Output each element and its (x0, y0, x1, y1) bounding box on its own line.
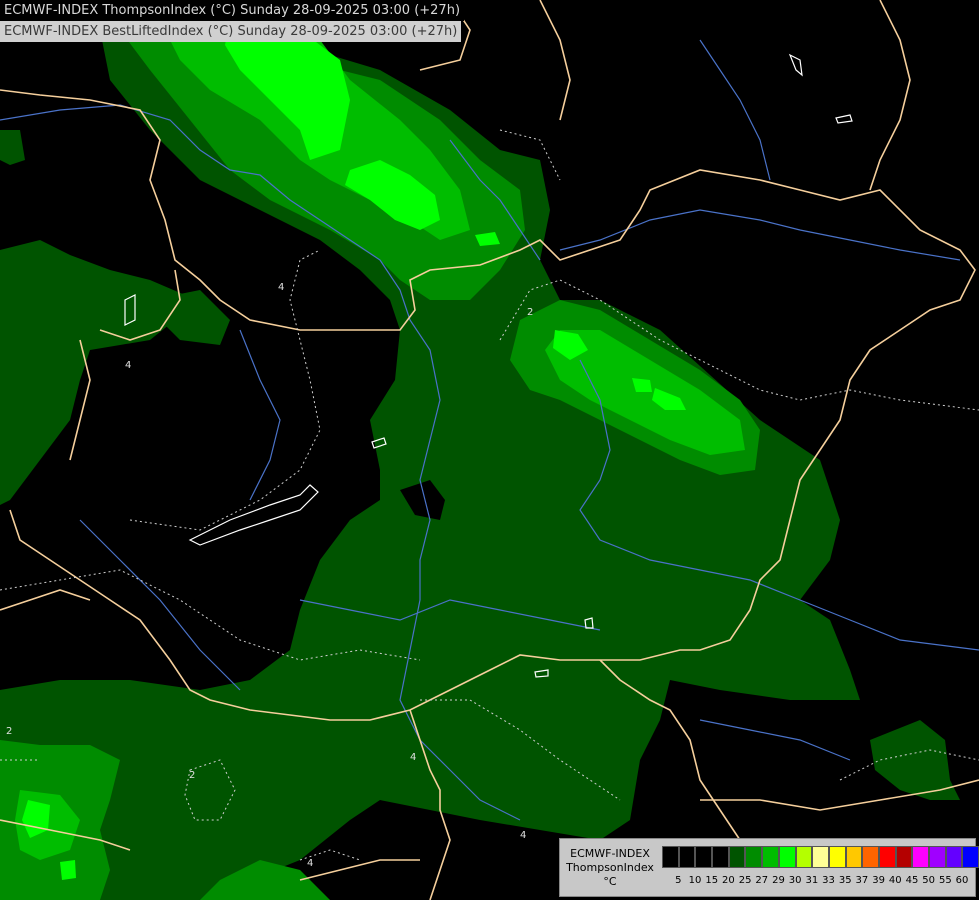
title-thompson-index: ECMWF-INDEX ThompsonIndex (°C) Sunday 28… (0, 0, 465, 21)
legend-tick-label: 50 (922, 875, 936, 886)
legend-tick-label: 35 (838, 875, 852, 886)
legend-swatch (695, 846, 713, 868)
legend-swatch (912, 846, 929, 868)
legend-swatch (662, 846, 679, 868)
legend-tick-label: 55 (938, 875, 952, 886)
legend-tick-label: 27 (755, 875, 769, 886)
legend-swatches (662, 846, 979, 868)
contour-label: 4 (125, 360, 131, 371)
legend-tick-label: 33 (822, 875, 835, 886)
legend-swatch (678, 846, 696, 868)
legend-tick-label: 25 (738, 875, 752, 886)
legend-tick-label: 20 (722, 875, 735, 886)
legend-tick-label: 45 (905, 875, 919, 886)
contour-label: 2 (527, 307, 533, 318)
legend-tick-label: 39 (872, 875, 885, 886)
legend-swatch (929, 846, 946, 868)
legend-swatch (728, 846, 746, 868)
legend-model: ECMWF-INDEX (570, 847, 650, 860)
legend-unit: °C (603, 875, 617, 888)
legend-tick-label: 29 (772, 875, 785, 886)
legend-tick-label: 15 (705, 875, 719, 886)
contour-label: 4 (410, 752, 416, 763)
legend-tick-label: 37 (855, 875, 869, 886)
weather-map: 2 4 4 4 2 4 2 4 (0, 0, 979, 900)
legend-label: ECMWF-INDEX ThompsonIndex °C (560, 839, 660, 896)
legend-swatch (962, 846, 979, 868)
legend-parameter: ThompsonIndex (566, 861, 654, 874)
contour-label: 4 (520, 830, 526, 841)
legend-swatch (895, 846, 913, 868)
title-best-lifted-index: ECMWF-INDEX BestLiftedIndex (°C) Sunday … (0, 21, 462, 42)
legend-tick-label: 10 (688, 875, 702, 886)
legend-tick-label: 5 (675, 875, 682, 886)
legend-tick-label: 60 (955, 875, 969, 886)
contour-label: 4 (278, 282, 284, 293)
legend-swatch (878, 846, 896, 868)
legend-swatch (862, 846, 879, 868)
contour-label: 2 (189, 770, 195, 781)
legend-ticks: 5 10 15 20 25 27 29 30 31 33 35 37 39 40 45 50 55 60 (662, 874, 970, 888)
legend-swatch (778, 846, 796, 868)
legend-swatch (812, 846, 829, 868)
legend-swatch (795, 846, 813, 868)
legend-swatch (745, 846, 763, 868)
legend-swatch (845, 846, 863, 868)
legend-tick-label: 30 (788, 875, 802, 886)
legend-tick-label: 40 (888, 875, 902, 886)
legend-swatch (712, 846, 729, 868)
legend-tick-label: 31 (805, 875, 819, 886)
color-legend: ECMWF-INDEX ThompsonIndex °C 5 10 15 20 25 27… (559, 838, 979, 897)
legend-swatch (828, 846, 846, 868)
contour-label: 2 (6, 726, 12, 737)
legend-swatch (762, 846, 779, 868)
legend-swatch (945, 846, 963, 868)
contour-label: 4 (307, 858, 313, 869)
